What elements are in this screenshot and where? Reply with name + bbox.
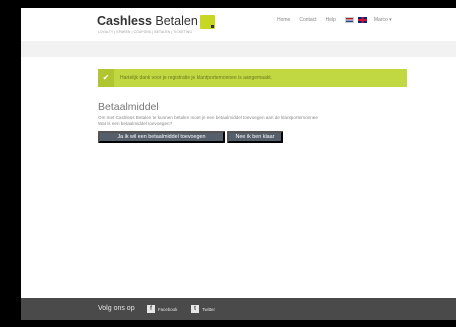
app-window: Cashless Betalen LOYALTY | SPAREN | COUP… [21,8,456,320]
checkmark-icon: ✔ [102,73,110,82]
facebook-icon: f [147,305,155,313]
uk-flag-icon[interactable] [357,17,367,23]
nav-home[interactable]: Home [277,17,290,23]
help-link[interactable]: Wat is een betaalmiddel toevoegen? [98,121,172,126]
header-band [21,41,456,57]
logo-bold: Cashless [97,14,152,28]
add-payment-method-button[interactable]: Ja ik wil een betaalmiddel toevoegen [98,131,225,143]
logo-text: Cashless Betalen [97,14,198,28]
facebook-label: Facebook [158,306,178,312]
top-nav: Home Contact Help Marco ▾ [277,15,392,25]
twitter-label: Twitter [202,306,215,312]
logo-regular: Betalen [155,14,198,28]
site-header: Cashless Betalen LOYALTY | SPAREN | COUP… [21,8,456,41]
alert-message: Hartelijk dank voor je registratie je kl… [120,75,273,81]
twitter-link[interactable]: t Twitter [191,305,215,313]
done-button[interactable]: Nee ik ben klaar [227,131,283,143]
nav-contact[interactable]: Contact [299,17,316,23]
nav-help[interactable]: Help [326,17,336,23]
page-title: Betaalmiddel [98,101,159,113]
logo-dot [211,25,214,28]
alert-icon-box: ✔ [98,69,114,87]
page-description: Om met Cashless Betalen te kunnen betale… [98,115,318,120]
logo-square-icon [200,15,215,29]
twitter-icon: t [191,305,199,313]
success-alert: ✔ Hartelijk dank voor je registratie je … [98,69,407,87]
follow-label: Volg ons op [98,305,135,312]
site-footer: Volg ons op f Facebook t Twitter [21,298,456,320]
dutch-flag-icon[interactable] [344,17,354,23]
logo-tagline: LOYALTY | SPAREN | COUPONS | BETALEN | T… [98,30,193,34]
user-menu[interactable]: Marco ▾ [374,17,392,23]
facebook-link[interactable]: f Facebook [147,305,177,313]
